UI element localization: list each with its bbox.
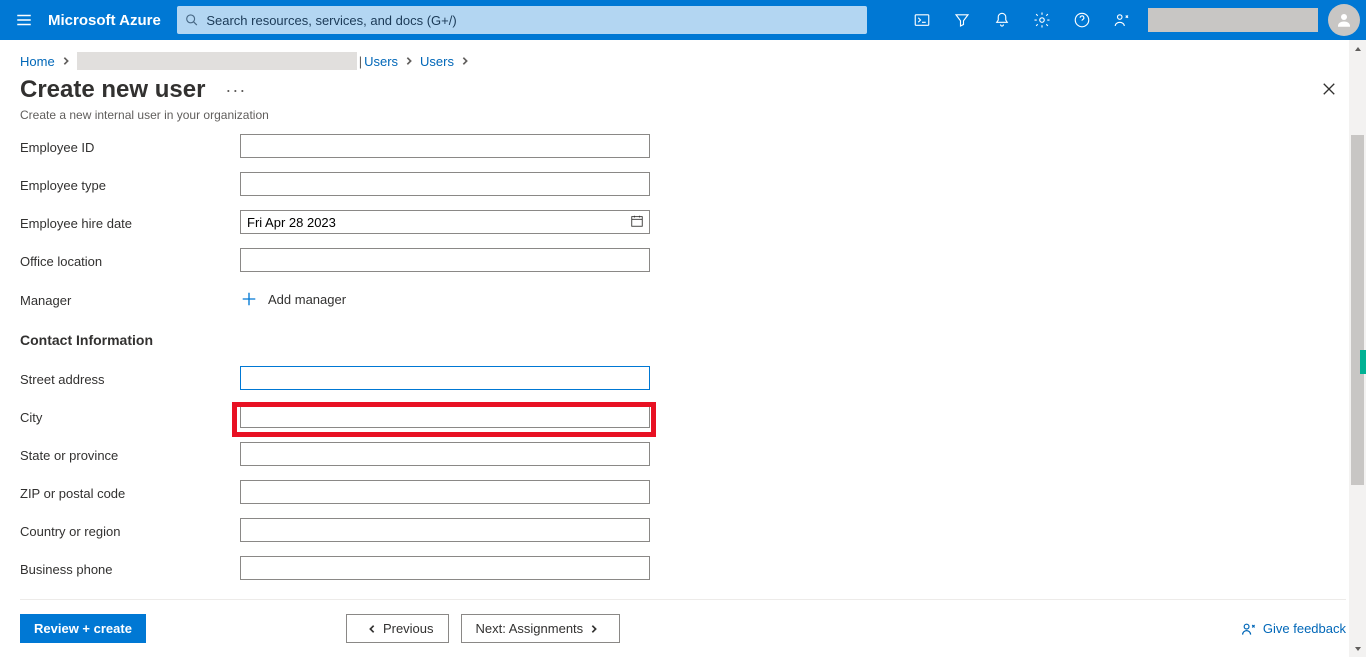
scroll-down-arrow[interactable] — [1349, 640, 1366, 657]
filter-icon[interactable] — [942, 0, 982, 40]
scrollbar[interactable] — [1349, 40, 1366, 657]
label-country: Country or region — [20, 522, 240, 539]
title-bar: Create new user ··· — [0, 74, 1366, 104]
label-business-phone: Business phone — [20, 560, 240, 577]
label-city: City — [20, 408, 240, 425]
label-manager: Manager — [20, 291, 240, 308]
zip-input[interactable] — [240, 480, 650, 504]
next-button[interactable]: Next: Assignments — [461, 614, 621, 643]
feedback-label: Give feedback — [1263, 621, 1346, 636]
breadcrumb-users-1[interactable]: Users — [364, 54, 398, 69]
cloud-shell-icon[interactable] — [902, 0, 942, 40]
close-button[interactable] — [1322, 82, 1336, 99]
settings-icon[interactable] — [1022, 0, 1062, 40]
header-actions — [902, 0, 1366, 40]
label-hire-date: Employee hire date — [20, 214, 240, 231]
page-title: Create new user — [20, 76, 205, 104]
chevron-right-icon — [61, 56, 71, 66]
chevron-right-icon — [589, 624, 599, 634]
employee-id-input[interactable] — [240, 134, 650, 158]
city-input[interactable] — [240, 404, 650, 428]
add-manager-button[interactable]: Add manager — [240, 290, 346, 308]
chevron-right-icon — [404, 56, 414, 66]
add-manager-label: Add manager — [268, 292, 346, 307]
chevron-right-icon — [460, 56, 470, 66]
form-content: Employee ID Employee type Employee hire … — [0, 134, 1366, 599]
label-employee-type: Employee type — [20, 176, 240, 193]
breadcrumb-home[interactable]: Home — [20, 54, 55, 69]
more-actions-icon[interactable]: ··· — [225, 80, 246, 101]
office-location-input[interactable] — [240, 248, 650, 272]
give-feedback-link[interactable]: Give feedback — [1241, 621, 1346, 637]
footer-bar: Review + create Previous Next: Assignmen… — [0, 600, 1366, 657]
section-contact-info: Contact Information — [20, 332, 1346, 348]
search-input[interactable] — [206, 13, 858, 28]
review-create-button[interactable]: Review + create — [20, 614, 146, 643]
employee-type-input[interactable] — [240, 172, 650, 196]
hamburger-menu[interactable] — [0, 0, 48, 40]
previous-label: Previous — [383, 621, 434, 636]
breadcrumb-users-2[interactable]: Users — [420, 54, 454, 69]
scroll-thumb[interactable] — [1351, 135, 1364, 485]
label-street-address: Street address — [20, 370, 240, 387]
feedback-icon[interactable] — [1102, 0, 1142, 40]
user-avatar[interactable] — [1328, 4, 1360, 36]
previous-button[interactable]: Previous — [346, 614, 449, 643]
search-icon — [185, 13, 199, 27]
top-header: Microsoft Azure — [0, 0, 1366, 40]
chevron-left-icon — [367, 624, 377, 634]
help-icon[interactable] — [1062, 0, 1102, 40]
brand-logo[interactable]: Microsoft Azure — [48, 12, 161, 29]
breadcrumb: Home | Users Users — [0, 40, 1366, 74]
street-address-input[interactable] — [240, 366, 650, 390]
state-input[interactable] — [240, 442, 650, 466]
scroll-up-arrow[interactable] — [1349, 40, 1366, 57]
label-office-location: Office location — [20, 252, 240, 269]
account-placeholder — [1148, 8, 1318, 32]
label-employee-id: Employee ID — [20, 138, 240, 155]
side-tab-indicator[interactable] — [1360, 350, 1366, 374]
global-search[interactable] — [177, 6, 867, 34]
plus-icon — [240, 290, 258, 308]
country-input[interactable] — [240, 518, 650, 542]
breadcrumb-org-placeholder — [77, 52, 357, 70]
hire-date-input[interactable] — [240, 210, 650, 234]
label-state: State or province — [20, 446, 240, 463]
label-zip: ZIP or postal code — [20, 484, 240, 501]
notifications-icon[interactable] — [982, 0, 1022, 40]
feedback-person-icon — [1241, 621, 1257, 637]
page-subtitle: Create a new internal user in your organ… — [0, 104, 1366, 134]
breadcrumb-pipe: | — [359, 54, 362, 69]
business-phone-input[interactable] — [240, 556, 650, 580]
next-label: Next: Assignments — [476, 621, 584, 636]
